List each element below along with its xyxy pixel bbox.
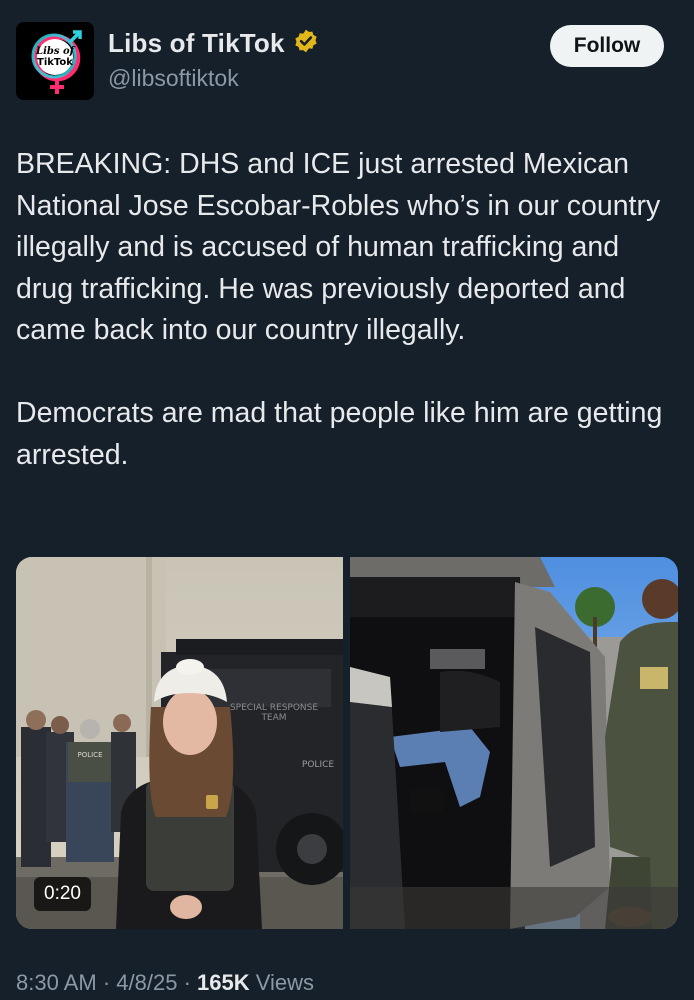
avatar[interactable]: Libs of TikTok (16, 22, 94, 100)
tweet-header: Libs of TikTok Libs of TikTok @libsoftik… (0, 0, 694, 110)
views-count[interactable]: 165K (197, 970, 250, 995)
vehicle-text-1: SPECIAL RESPONSE (230, 703, 318, 713)
display-name[interactable]: Libs of TikTok (108, 28, 285, 59)
display-name-row: Libs of TikTok (108, 28, 319, 59)
avatar-text-line-2: TikTok (37, 57, 73, 68)
tweet-meta: 8:30 AM · 4/8/25 · 165K Views (16, 970, 314, 996)
photo-scene (350, 557, 678, 929)
video-duration: 0:20 (34, 877, 91, 911)
meta-separator: · (96, 970, 117, 995)
arrest-photo[interactable] (350, 557, 678, 929)
follow-button[interactable]: Follow (550, 25, 664, 67)
tweet-time[interactable]: 8:30 AM (16, 970, 97, 995)
tweet-text: BREAKING: DHS and ICE just arrested Mexi… (16, 148, 663, 471)
avatar-text-line-1: Libs of (35, 46, 76, 57)
video-scene: SPECIAL RESPONSE TEAM POLICE POLICE (16, 557, 343, 929)
video-thumbnail[interactable]: SPECIAL RESPONSE TEAM POLICE POLICE 0:20 (16, 557, 343, 929)
account-names: Libs of TikTok @libsoftiktok (108, 28, 319, 92)
views-label: Views (249, 970, 315, 995)
libs-of-tiktok-logo: Libs of TikTok (16, 22, 94, 100)
tweet-date[interactable]: 4/8/25 (116, 970, 177, 995)
vehicle-text-3: POLICE (302, 760, 334, 770)
officer-vest-text: POLICE (77, 751, 102, 759)
handle[interactable]: @libsoftiktok (108, 65, 319, 92)
tweet-media: SPECIAL RESPONSE TEAM POLICE POLICE 0:20 (16, 557, 678, 929)
meta-separator: · (177, 970, 198, 995)
vehicle-text-2: TEAM (260, 713, 286, 723)
verified-badge-icon[interactable] (293, 28, 319, 59)
